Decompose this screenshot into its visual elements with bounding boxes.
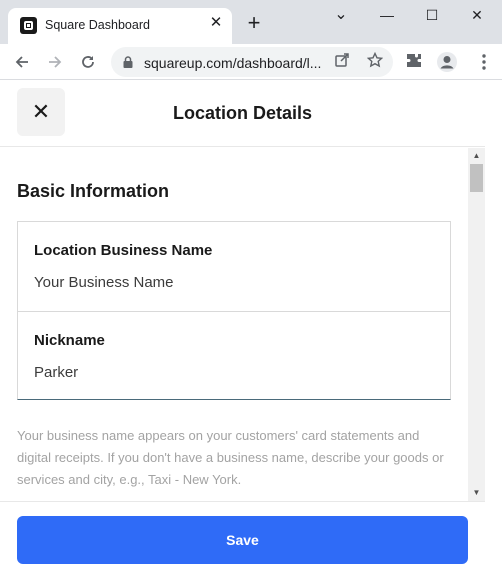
- scroll-thumb[interactable]: [470, 164, 483, 192]
- nickname-field[interactable]: Nickname Parker: [18, 311, 450, 400]
- browser-tabstrip: Square Dashboard ✕ + ⌄ — ☐ ✕: [0, 0, 502, 44]
- url-text[interactable]: squareup.com/dashboard/l...: [144, 55, 329, 71]
- browser-tab[interactable]: Square Dashboard ✕: [8, 8, 232, 44]
- minimize-button[interactable]: —: [372, 4, 402, 26]
- profile-icon[interactable]: [436, 51, 458, 73]
- star-icon[interactable]: [365, 51, 385, 72]
- help-text: Your business name appears on your custo…: [17, 428, 444, 487]
- share-icon[interactable]: [332, 52, 352, 72]
- address-bar[interactable]: squareup.com/dashboard/l...: [111, 47, 393, 77]
- forward-icon[interactable]: [43, 50, 67, 74]
- tab-title: Square Dashboard: [45, 18, 150, 32]
- business-name-field[interactable]: Location Business Name Your Business Nam…: [18, 222, 450, 311]
- new-tab-button[interactable]: +: [243, 12, 265, 35]
- lock-icon[interactable]: [121, 55, 135, 69]
- extensions-icon[interactable]: [404, 51, 426, 73]
- page-footer: Save: [0, 501, 485, 576]
- page-header: ✕ Location Details: [0, 81, 485, 147]
- tab-close-icon[interactable]: ✕: [207, 14, 225, 32]
- maximize-button[interactable]: ☐: [417, 4, 447, 26]
- page-title: Location Details: [172, 103, 313, 123]
- scrollbar[interactable]: ▲ ▼: [468, 148, 485, 501]
- square-logo-icon: [20, 17, 37, 34]
- back-icon[interactable]: [10, 50, 34, 74]
- reload-icon[interactable]: [76, 50, 100, 74]
- browser-toolbar: squareup.com/dashboard/l...: [0, 44, 502, 80]
- scroll-up-icon[interactable]: ▲: [468, 150, 485, 162]
- window-close-button[interactable]: ✕: [462, 4, 492, 26]
- save-button[interactable]: Save: [17, 516, 468, 564]
- business-name-input[interactable]: Your Business Name: [34, 274, 174, 291]
- basic-info-fields: Location Business Name Your Business Nam…: [17, 221, 451, 400]
- field-label: Location Business Name: [34, 242, 213, 259]
- scroll-down-icon[interactable]: ▼: [468, 487, 485, 499]
- nickname-input[interactable]: Parker: [34, 364, 78, 381]
- kebab-menu-icon[interactable]: [473, 51, 495, 73]
- section-heading: Basic Information: [17, 181, 170, 201]
- tab-search-icon[interactable]: ⌄: [326, 4, 356, 26]
- field-label: Nickname: [34, 332, 105, 349]
